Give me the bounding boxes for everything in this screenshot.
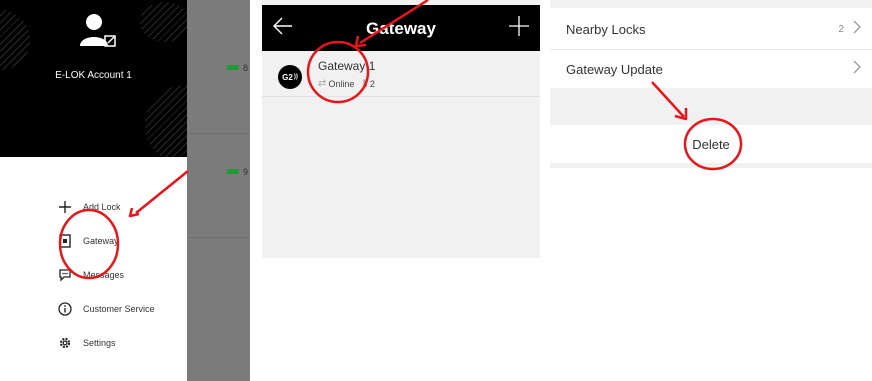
info-icon — [58, 302, 72, 316]
gateway-status: ⇄ Online ▮ 2 — [318, 78, 375, 89]
message-icon — [58, 268, 72, 282]
battery-level: 9 — [243, 167, 249, 177]
delete-button[interactable]: Delete — [550, 125, 872, 165]
dimmed-background[interactable]: 8 9 — [187, 0, 250, 381]
decorative-circle — [0, 10, 30, 70]
sync-icon: ⇄ — [318, 78, 327, 89]
gateway-icon — [58, 234, 72, 248]
row-label: Nearby Locks — [566, 22, 646, 37]
decorative-circle — [145, 85, 187, 157]
nav-bar: Gateway — [262, 5, 540, 51]
lock-icon: ▮ — [362, 78, 368, 89]
chevron-right-icon — [852, 59, 862, 80]
menu-item-label: Messages — [83, 270, 125, 280]
drawer-header: E-LOK Account 1 — [0, 0, 187, 157]
chevron-right-icon — [852, 19, 862, 40]
plus-icon — [58, 200, 72, 214]
menu-item-label: Customer Service — [83, 304, 155, 314]
decorative-circle — [140, 2, 187, 42]
gateway-name: Gateway 1 — [318, 59, 376, 73]
menu-item-customer-service[interactable]: Customer Service — [58, 292, 155, 326]
online-status: Online — [328, 78, 355, 89]
drawer-menu: Add Lock Gateway Messages Customer Servi… — [58, 190, 155, 360]
menu-item-gateway[interactable]: Gateway — [58, 224, 155, 258]
menu-item-messages[interactable]: Messages — [58, 258, 155, 292]
divider — [187, 133, 250, 134]
gear-icon — [58, 336, 72, 350]
section-gap — [550, 0, 872, 8]
menu-item-add-lock[interactable]: Add Lock — [58, 190, 155, 224]
battery-icon — [227, 169, 239, 174]
gateway-update-row[interactable]: Gateway Update — [550, 50, 872, 90]
section-gap — [550, 88, 872, 125]
page-title: Gateway — [366, 19, 436, 38]
plus-icon[interactable] — [508, 10, 530, 42]
divider — [187, 237, 250, 238]
gateway-list-panel: Gateway G2)) Gateway 1 ⇄ Online ▮ 2 — [262, 0, 540, 258]
row-label: Gateway Update — [566, 62, 663, 77]
account-name: E-LOK Account 1 — [55, 70, 132, 81]
menu-item-settings[interactable]: Settings — [58, 326, 155, 360]
nearby-locks-row[interactable]: Nearby Locks 2 — [550, 10, 872, 50]
account-avatar-icon[interactable] — [76, 12, 120, 52]
row-value: 2 — [838, 24, 844, 35]
section-gap — [550, 163, 872, 168]
gateway-logo: G2)) — [278, 65, 302, 89]
menu-item-label: Settings — [83, 338, 116, 348]
gateway-settings-panel: Nearby Locks 2 Gateway Update Delete — [550, 0, 872, 381]
battery-icon — [227, 65, 239, 70]
menu-item-label: Add Lock — [83, 202, 121, 212]
battery-level: 8 — [243, 63, 249, 73]
lock-count: 2 — [369, 78, 375, 89]
gateway-list-item[interactable]: G2)) Gateway 1 ⇄ Online ▮ 2 — [262, 51, 540, 97]
menu-item-label: Gateway — [83, 236, 119, 246]
